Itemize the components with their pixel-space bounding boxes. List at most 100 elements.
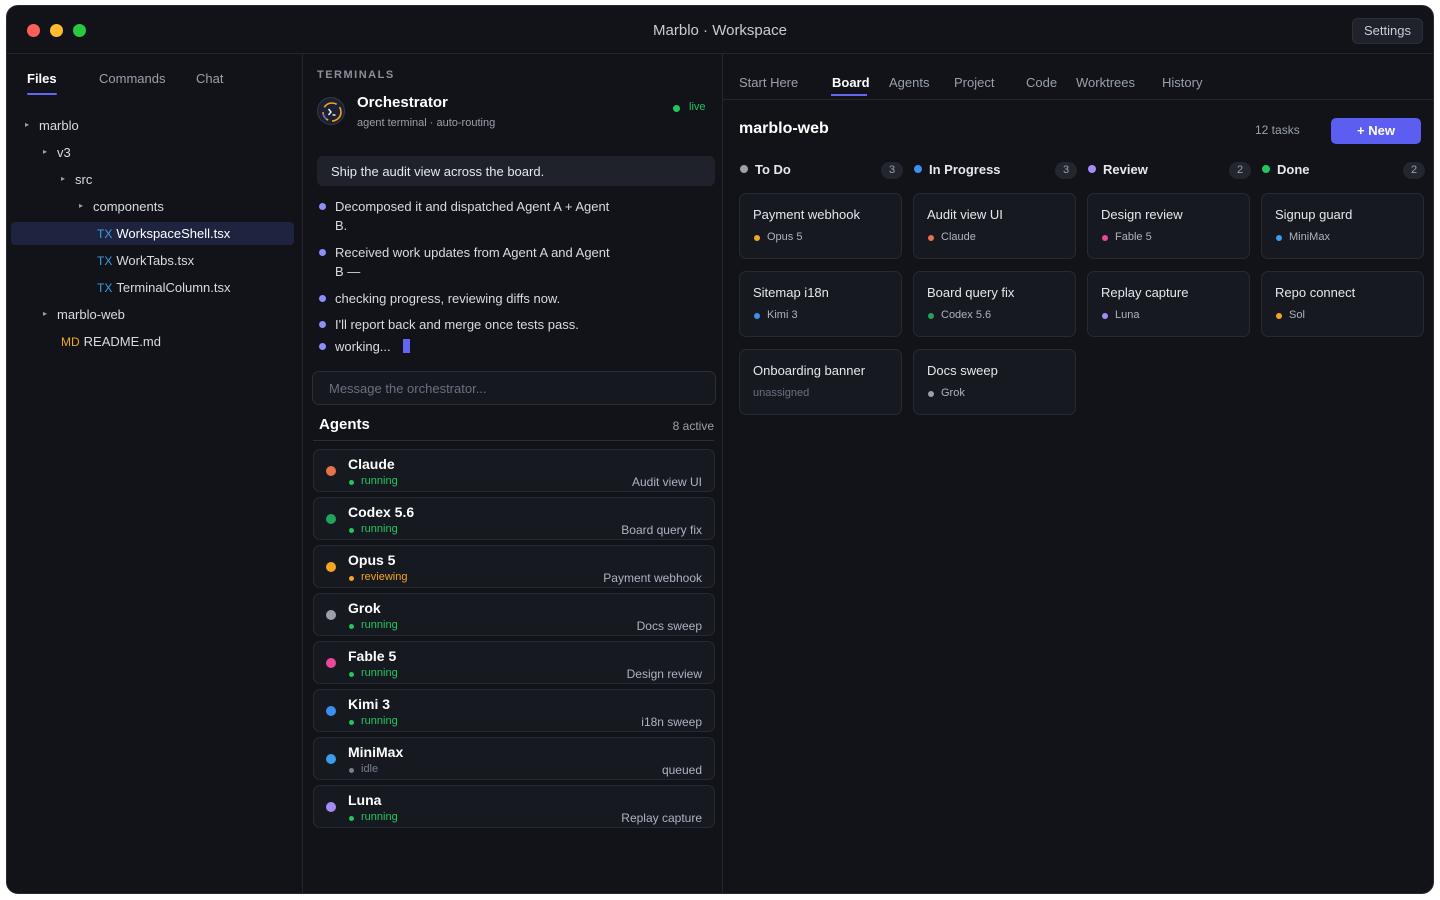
agent-status: running [361,475,398,487]
task-assignee: Sol [1289,309,1305,321]
tsx-file-icon: TX [97,227,113,241]
tab-worktrees[interactable]: Worktrees [1076,75,1135,90]
agent-name: Claude [348,456,395,472]
status-dot [349,816,354,821]
tree-item-label: WorkTabs.tsx [116,253,195,268]
tsx-file-icon: TX [97,281,113,295]
agent-name: Kimi 3 [348,696,391,712]
agent-status: running [361,667,398,679]
tree-folder-v3[interactable]: ▸ v3 [11,141,294,164]
tree-item-label: marblo [39,118,79,133]
tree-item-label: components [93,199,164,214]
agent-current-task: i18n sweep [641,715,702,729]
agent-card[interactable]: Fable 5 running Design review [313,641,715,684]
agent-card[interactable]: Grok running Docs sweep [313,593,715,636]
tab-board[interactable]: Board [832,75,870,90]
task-card[interactable]: Signup guard MiniMax [1261,193,1424,259]
user-prompt-message: Ship the audit view across the board. [317,156,715,186]
terminals-section-label: TERMINALS [317,69,395,81]
agents-section-title: Agents [319,416,370,433]
agent-card[interactable]: Opus 5 reviewing Payment webhook [313,545,715,588]
task-card[interactable]: Repo connect Sol [1261,271,1424,337]
tree-file-workspaceshell[interactable]: TX WorkspaceShell.tsx [11,222,294,245]
agent-card[interactable]: Codex 5.6 running Board query fix [313,497,715,540]
tree-folder-components[interactable]: ▸ components [11,195,294,218]
status-dot [349,768,354,773]
caret-right-icon: ▸ [61,174,66,183]
active-tab-indicator [27,93,57,95]
active-tab-indicator [831,94,867,96]
agent-name: Fable 5 [348,648,397,664]
bullet-icon [319,295,326,302]
agent-current-task: Payment webhook [603,571,702,585]
agent-name: Codex 5.6 [348,504,415,520]
tree-folder-src[interactable]: ▸ src [11,168,294,191]
agent-current-task: Replay capture [621,811,702,825]
tab-start-here[interactable]: Start Here [739,75,798,90]
assignee-dot [928,313,934,319]
column-status-dot [1088,165,1096,173]
tab-commands[interactable]: Commands [99,71,165,86]
window-title: Marblo · Workspace [653,22,787,39]
task-assignee: Luna [1115,309,1140,321]
assignee-dot [1276,235,1282,241]
tab-agents[interactable]: Agents [889,75,929,90]
tab-history[interactable]: History [1162,75,1202,90]
task-title: Replay capture [1101,285,1189,300]
agent-name: Opus 5 [348,552,396,568]
agent-card[interactable]: Kimi 3 running i18n sweep [313,689,715,732]
terminal-column: TERMINALS Orchestrator agent terminal · … [303,54,723,893]
task-card[interactable]: Board query fix Codex 5.6 [913,271,1076,337]
log-entry-working: working... [319,337,619,356]
task-card[interactable]: Sitemap i18n Kimi 3 [739,271,902,337]
task-assignee: Fable 5 [1115,231,1152,243]
terminal-cursor [402,339,410,353]
task-title: Sitemap i18n [753,285,829,300]
bullet-icon [319,249,326,256]
orchestrator-message-input[interactable] [312,371,716,405]
app-window: Marblo · Workspace Settings Files Comman… [6,5,1434,894]
tree-file-readme[interactable]: MD README.md [11,330,294,353]
assignee-dot [1102,235,1108,241]
agents-active-count: 8 active [672,419,714,433]
task-title: Repo connect [1275,285,1356,300]
tab-code[interactable]: Code [1026,75,1057,90]
agent-status: reviewing [361,571,408,583]
tree-file-terminalcolumn[interactable]: TX TerminalColumn.tsx [11,276,294,299]
column-status-dot [740,165,748,173]
task-card[interactable]: Docs sweep Grok [913,349,1076,415]
column-count-badge: 2 [1403,162,1425,179]
agent-name: Grok [348,600,381,616]
agent-status: running [361,715,398,727]
agent-current-task: Audit view UI [631,475,702,489]
tree-folder-marblo-web[interactable]: ▸ marblo-web [11,303,294,326]
status-dot [349,720,354,725]
tree-file-worktabs[interactable]: TX WorkTabs.tsx [11,249,294,272]
log-entry: I'll report back and merge once tests pa… [319,315,619,334]
agent-color-dot [326,706,336,716]
task-card[interactable]: Audit view UI Claude [913,193,1076,259]
board-title: marblo-web [739,120,829,137]
log-entry: checking progress, reviewing diffs now. [319,289,619,308]
tree-folder-marblo[interactable]: ▸ marblo [11,114,294,137]
task-assignee: Kimi 3 [767,309,798,321]
tab-chat[interactable]: Chat [196,71,223,86]
column-count-badge: 3 [881,162,903,179]
agent-card[interactable]: Luna running Replay capture [313,785,715,828]
task-card[interactable]: Onboarding banner unassigned [739,349,902,415]
status-dot [349,528,354,533]
agent-card[interactable]: Claude running Audit view UI [313,449,715,492]
agent-color-dot [326,562,336,572]
task-assignee: MiniMax [1289,231,1330,243]
task-card[interactable]: Design review Fable 5 [1087,193,1250,259]
agent-card[interactable]: MiniMax idle queued [313,737,715,780]
log-entry: Received work updates from Agent A and A… [319,243,619,281]
task-card[interactable]: Payment webhook Opus 5 [739,193,902,259]
tree-item-label: v3 [57,145,71,160]
tab-project[interactable]: Project [954,75,994,90]
agent-name: MiniMax [348,744,404,760]
task-card[interactable]: Replay capture Luna [1087,271,1250,337]
tab-files[interactable]: Files [27,71,57,86]
new-task-button[interactable]: + New [1331,118,1421,144]
settings-button[interactable]: Settings [1352,18,1423,44]
